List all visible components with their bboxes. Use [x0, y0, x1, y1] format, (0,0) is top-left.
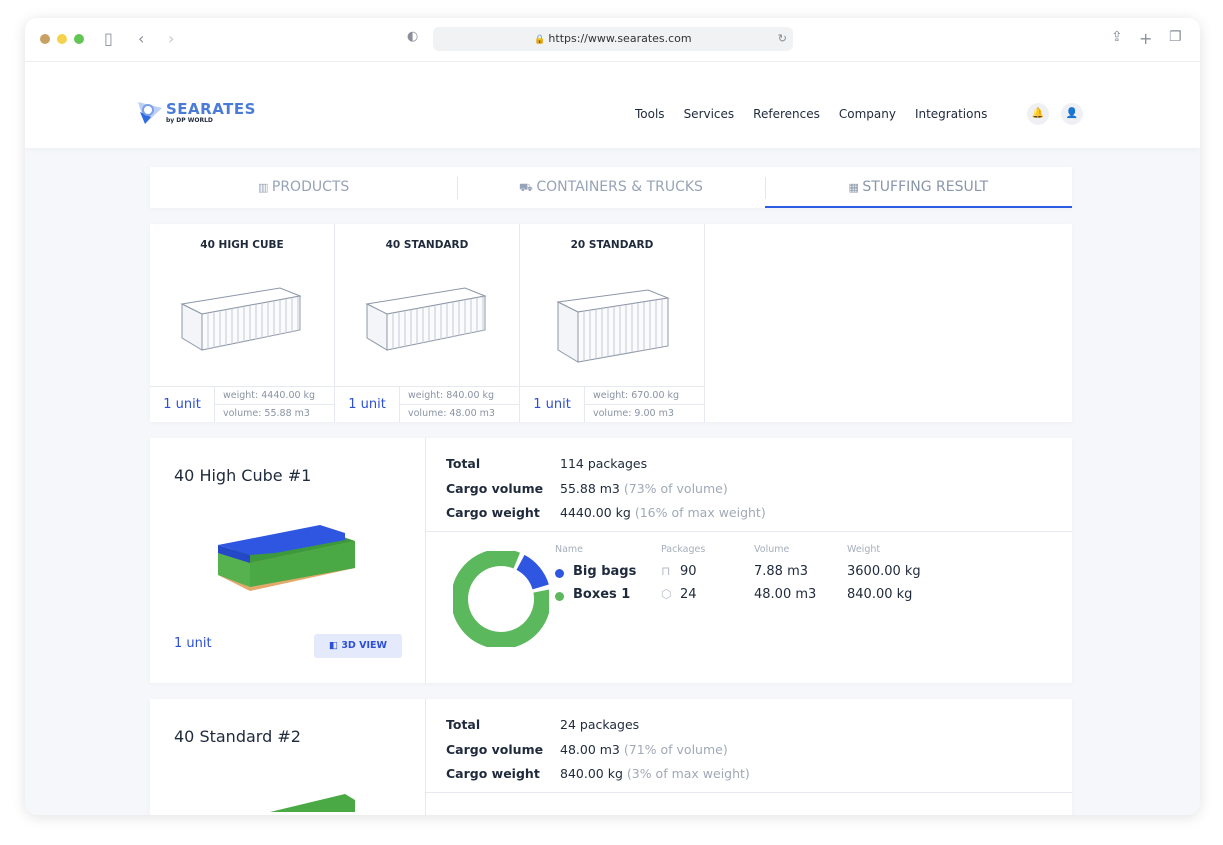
item-weight: 840.00 kg	[847, 587, 913, 602]
divider	[426, 531, 1072, 532]
nav-integrations[interactable]: Integrations	[915, 107, 987, 121]
container-image	[365, 287, 487, 351]
legend-dot	[555, 569, 564, 578]
main-nav: Tools Services References Company Integr…	[635, 107, 987, 121]
share-icon[interactable]: ⇪	[1111, 29, 1123, 45]
container-card[interactable]: 40 HIGH CUBE 1 unit weight: 4440.00 kg v…	[150, 224, 335, 422]
3d-view-button[interactable]: ◧ 3D VIEW	[314, 634, 402, 658]
tab-containers-trucks[interactable]: ⛟ CONTAINERS & TRUCKS	[457, 167, 764, 208]
logo-mark-icon	[138, 102, 162, 124]
container-weight: weight: 670.00 kg	[585, 386, 705, 404]
container-volume: volume: 48.00 m3	[400, 404, 520, 422]
truck-icon: ⛟	[519, 181, 537, 194]
containers-summary: 40 HIGH CUBE 1 unit weight: 4440.00 kg v…	[150, 224, 1072, 422]
container-units: 1 unit	[335, 386, 400, 422]
container-image	[556, 289, 670, 363]
result-card: 40 High Cube #1 1 unit ◧ 3D VIEW Total 11…	[150, 438, 1072, 683]
bag-icon: ⊓	[661, 564, 671, 578]
container-weight: weight: 840.00 kg	[400, 386, 520, 404]
item-weight: 3600.00 kg	[847, 564, 921, 579]
tabs: ▥ PRODUCTS ⛟ CONTAINERS & TRUCKS ▦ STUFF…	[150, 167, 1072, 208]
donut-slice	[516, 554, 549, 590]
nav-services[interactable]: Services	[684, 107, 735, 121]
item-packages: 24	[680, 587, 697, 602]
item-volume: 7.88 m3	[754, 564, 809, 579]
new-tab-icon[interactable]: +	[1139, 29, 1152, 48]
browser-toolbar: ▯ ‹ › ◐ 🔒 https://www.searates.com ↻ ⇪ + …	[25, 18, 1200, 62]
nav-references[interactable]: References	[753, 107, 820, 121]
address-bar[interactable]: 🔒 https://www.searates.com ↻	[433, 27, 793, 51]
tab-stuffing-result[interactable]: ▦ STUFFING RESULT	[764, 167, 1072, 208]
searates-logo[interactable]: SEARATES by DP WORLD	[137, 100, 255, 130]
result-card: 40 Standard #2 Total 24 packages Cargo vo…	[150, 699, 1072, 815]
nav-tools[interactable]: Tools	[635, 107, 665, 121]
container-image	[180, 287, 302, 351]
cube-icon: ◧	[329, 640, 342, 651]
divider	[426, 792, 1072, 793]
container-units: 1 unit	[150, 386, 215, 422]
products-icon: ▥	[258, 181, 272, 194]
cargo-donut-chart	[453, 551, 549, 647]
box-icon: ⬡	[661, 587, 672, 601]
container-card[interactable]: 40 STANDARD 1 unit weight: 840.00 kg vol…	[335, 224, 520, 422]
nav-company[interactable]: Company	[839, 107, 896, 121]
container-volume: volume: 55.88 m3	[215, 404, 335, 422]
back-icon[interactable]: ‹	[138, 29, 144, 48]
user-icon[interactable]: 👤	[1061, 103, 1083, 125]
boxes-icon: ▦	[848, 181, 863, 194]
container-units: 1 unit	[520, 386, 585, 422]
tab-products[interactable]: ▥ PRODUCTS	[150, 167, 457, 208]
browser-window: ▯ ‹ › ◐ 🔒 https://www.searates.com ↻ ⇪ + …	[25, 18, 1200, 815]
reload-icon[interactable]: ↻	[778, 27, 787, 51]
lock-icon: 🔒	[534, 35, 549, 45]
container-name: 20 STANDARD	[570, 239, 654, 251]
result-title: 40 Standard #2	[174, 727, 301, 746]
url-text: https://www.searates.com	[548, 32, 692, 45]
result-stats: Total 24 packages Cargo volume 48.00 m3 (7…	[446, 717, 750, 781]
item-volume: 48.00 m3	[754, 587, 817, 602]
site-header: SEARATES by DP WORLD Tools Services Refe…	[25, 62, 1200, 148]
tabs-overview-icon[interactable]: ❐	[1169, 29, 1182, 45]
bell-icon[interactable]: 🔔	[1027, 103, 1049, 125]
result-stats: Total 114 packages Cargo volume 55.88 m3 (…	[446, 456, 766, 520]
result-units: 1 unit	[174, 636, 212, 651]
loaded-container-3d-image	[270, 794, 355, 812]
container-volume: volume: 9.00 m3	[585, 404, 705, 422]
item-packages: 90	[680, 564, 697, 579]
container-weight: weight: 4440.00 kg	[215, 386, 335, 404]
shield-icon[interactable]: ◐	[407, 29, 418, 44]
close-window-button[interactable]	[40, 34, 50, 44]
legend-dot	[555, 592, 564, 601]
result-title: 40 High Cube #1	[174, 466, 312, 485]
container-name: 40 STANDARD	[385, 239, 469, 251]
item-name: Boxes 1	[573, 587, 631, 602]
loaded-container-3d-image	[218, 525, 355, 591]
container-card[interactable]: 20 STANDARD 1 unit weight: 670.00 kg vol…	[520, 224, 705, 422]
container-name: 40 HIGH CUBE	[200, 239, 284, 251]
sidebar-icon[interactable]: ▯	[104, 29, 113, 48]
forward-icon[interactable]: ›	[168, 29, 174, 48]
minimize-window-button[interactable]	[57, 34, 67, 44]
maximize-window-button[interactable]	[74, 34, 84, 44]
item-name: Big bags	[573, 564, 637, 579]
